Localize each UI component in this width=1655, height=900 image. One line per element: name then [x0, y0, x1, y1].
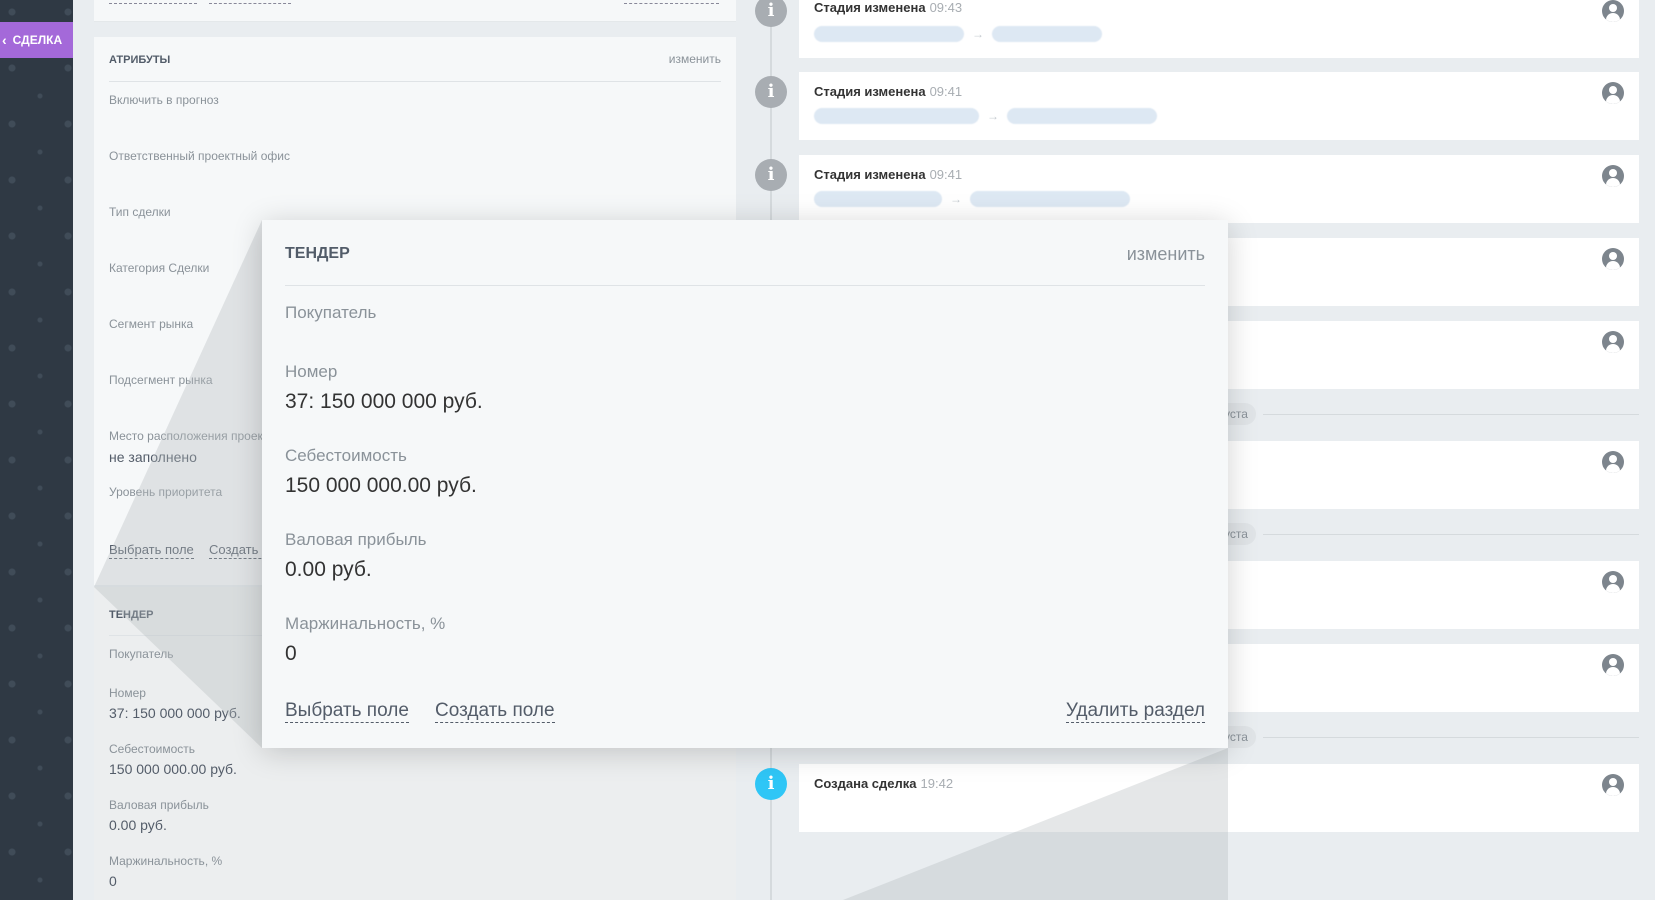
sidebar-pattern — [0, 0, 73, 900]
field-label: Маржинальность, % — [109, 854, 223, 868]
timeline-event: Стадия изменена 09:41 → — [799, 155, 1639, 223]
field-label: Покупатель — [109, 647, 174, 661]
arrow-right-icon: → — [950, 192, 962, 206]
field-label: Номер — [109, 686, 146, 700]
event-time: 09:41 — [929, 84, 963, 99]
field-label: Сегмент рынка — [109, 317, 194, 331]
field-label: Уровень приоритета — [109, 485, 223, 499]
user-avatar-icon[interactable] — [1602, 0, 1624, 22]
top-create-field-link[interactable] — [209, 0, 291, 4]
field-value: 150 000 000.00 руб. — [109, 761, 237, 777]
stage-change: → — [814, 191, 1130, 207]
stage-chip — [814, 108, 979, 124]
attributes-edit-button[interactable]: изменить — [669, 52, 721, 66]
timeline-separator-line — [1263, 534, 1639, 535]
top-card — [94, 0, 736, 22]
timeline-separator-line — [1263, 414, 1639, 415]
top-select-field-link[interactable] — [109, 0, 197, 4]
stage-chip — [814, 26, 964, 42]
field-value: 0 — [109, 873, 117, 889]
event-title: Стадия изменена 09:41 — [814, 84, 963, 99]
field-label: Себестоимость — [109, 742, 196, 756]
stage-chip — [1007, 108, 1157, 124]
top-delete-section-link[interactable] — [624, 0, 719, 4]
stage-chip — [814, 191, 942, 207]
stage-change: → — [814, 26, 1102, 42]
info-icon: i — [755, 159, 787, 191]
select-field-link[interactable]: Выбрать поле — [109, 542, 194, 559]
popup-edit-button[interactable]: изменить — [1127, 244, 1205, 265]
deal-tab[interactable]: ‹ СДЕЛКА — [0, 22, 73, 58]
user-avatar-icon[interactable] — [1602, 248, 1624, 270]
tender-popup: ТЕНДЕР изменить Покупатель Номер 37: 150… — [262, 220, 1228, 748]
create-field-link[interactable]: Создать поле — [435, 700, 555, 723]
field-value: не заполнено — [109, 449, 197, 465]
field-label: Подсегмент рынка — [109, 373, 213, 387]
arrow-right-icon: → — [972, 27, 984, 41]
user-avatar-icon[interactable] — [1602, 331, 1624, 353]
left-sidebar: ‹ СДЕЛКА — [0, 0, 73, 900]
field-label: Включить в прогноз — [109, 93, 219, 107]
popup-title: ТЕНДЕР — [285, 245, 350, 262]
event-time: 19:42 — [920, 776, 954, 791]
field-label: Покупатель — [285, 303, 377, 322]
field-value: 0.00 руб. — [109, 817, 167, 833]
field-label: Место расположения проекта — [109, 429, 275, 443]
user-avatar-icon[interactable] — [1602, 654, 1624, 676]
event-time: 09:43 — [929, 0, 963, 15]
field-value: 0.00 руб. — [285, 558, 372, 581]
event-title: Стадия изменена 09:41 — [814, 167, 963, 182]
event-time: 09:41 — [929, 167, 963, 182]
select-field-link[interactable]: Выбрать поле — [285, 700, 409, 723]
field-label: Ответственный проектный офис — [109, 149, 290, 163]
field-value: 0 — [285, 642, 297, 665]
event-title: Стадия изменена 09:43 — [814, 0, 963, 15]
field-label: Маржинальность, % — [285, 614, 446, 633]
field-value: 150 000 000.00 руб. — [285, 474, 477, 497]
user-avatar-icon[interactable] — [1602, 571, 1624, 593]
user-avatar-icon[interactable] — [1602, 451, 1624, 473]
field-label: Валовая прибыль — [109, 798, 209, 812]
tender-title: ТЕНДЕР — [109, 609, 154, 621]
user-avatar-icon[interactable] — [1602, 82, 1624, 104]
field-label: Себестоимость — [285, 446, 407, 465]
arrow-right-icon: → — [987, 109, 999, 123]
event-title: Создана сделка 19:42 — [814, 776, 954, 791]
stage-change: → — [814, 108, 1157, 124]
field-label: Тип сделки — [109, 205, 171, 219]
field-label: Валовая прибыль — [285, 530, 427, 549]
timeline-event: Стадия изменена 09:41 → — [799, 72, 1639, 140]
attributes-title: АТРИБУТЫ — [109, 54, 171, 66]
info-icon: i — [755, 768, 787, 800]
field-value: 37: 150 000 000 руб. — [285, 390, 483, 413]
attributes-divider — [109, 81, 721, 82]
info-icon: i — [755, 76, 787, 108]
delete-section-link[interactable]: Удалить раздел — [1065, 700, 1205, 723]
field-label: Номер — [285, 362, 338, 381]
popup-divider — [285, 285, 1205, 286]
timeline-event: Стадия изменена 09:43 → — [799, 0, 1639, 58]
chevron-left-icon: ‹ — [2, 32, 7, 48]
field-value: 37: 150 000 000 руб. — [109, 705, 241, 721]
user-avatar-icon[interactable] — [1602, 165, 1624, 187]
info-icon: i — [755, 0, 787, 27]
stage-chip — [970, 191, 1130, 207]
user-avatar-icon[interactable] — [1602, 774, 1624, 796]
deal-tab-label: СДЕЛКА — [12, 33, 63, 47]
field-label: Категория Сделки — [109, 261, 210, 275]
timeline-event: Создана сделка 19:42 — [799, 764, 1639, 832]
timeline-separator-line — [1263, 737, 1639, 738]
stage-chip — [992, 26, 1102, 42]
